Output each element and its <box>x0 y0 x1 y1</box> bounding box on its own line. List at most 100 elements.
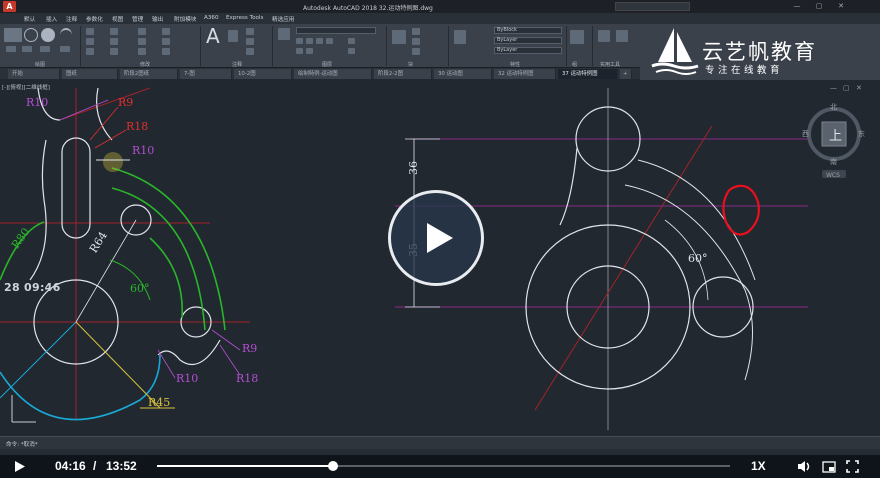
menu-item-parametric[interactable]: 参数化 <box>86 15 103 23</box>
current-time: 04:16 <box>55 459 86 473</box>
table-icon[interactable] <box>246 38 254 45</box>
line-tool-icon[interactable] <box>4 28 22 42</box>
tab-special-motion[interactable]: 绘制特例-运动图 <box>294 69 372 79</box>
compass-south[interactable]: 南 <box>830 157 837 166</box>
menu-item-addins[interactable]: 附加模块 <box>174 15 196 23</box>
ellipse-tool-icon[interactable] <box>40 46 50 52</box>
fillet-icon[interactable] <box>138 38 146 45</box>
menu-item-express-tools[interactable]: Express Tools <box>226 15 263 21</box>
layer-walk-icon[interactable] <box>306 48 313 54</box>
play-icon[interactable] <box>14 460 26 473</box>
command-line[interactable]: 命令: *取消* <box>0 436 880 449</box>
tab-7[interactable]: 7-图 <box>180 69 232 79</box>
tab-start[interactable]: 开始 <box>8 69 60 79</box>
autocad-logo-icon[interactable]: A <box>3 1 16 12</box>
offset-icon[interactable] <box>162 48 170 55</box>
menu-item-annotate[interactable]: 注释 <box>66 15 77 23</box>
circle-tool-icon[interactable] <box>41 28 55 42</box>
panel-label-modify[interactable]: 修改 <box>140 61 150 68</box>
menu-item-home[interactable]: 默认 <box>24 15 35 23</box>
panel-label-utilities[interactable]: 实用工具 <box>600 61 620 68</box>
insert-block-icon[interactable] <box>392 30 406 44</box>
hatch-tool-icon[interactable] <box>22 46 32 52</box>
measure-icon[interactable] <box>598 30 610 42</box>
polyline-tool-icon[interactable] <box>24 28 38 42</box>
viewport-restore-icon[interactable]: ▢ <box>843 84 850 92</box>
fullscreen-icon[interactable] <box>846 460 859 473</box>
tab-stage2-2[interactable]: 阶段2-2图 <box>374 69 432 79</box>
leader-icon[interactable] <box>246 28 254 35</box>
scale-icon[interactable] <box>110 48 118 55</box>
lineweight-dropdown[interactable]: ByLayer <box>494 37 562 44</box>
erase-icon[interactable] <box>162 28 170 35</box>
tab-drawing[interactable]: 图纸 <box>62 69 118 79</box>
label-r10-bottom: R10 <box>176 372 198 385</box>
match-properties-icon[interactable] <box>454 30 466 44</box>
spline-tool-icon[interactable] <box>60 46 70 52</box>
layer-freeze-icon[interactable] <box>316 38 323 44</box>
stretch-icon[interactable] <box>86 48 94 55</box>
tab-37-active[interactable]: 37 运动特例图 <box>558 69 618 79</box>
speed-button[interactable]: 1X <box>751 459 766 473</box>
layer-dropdown[interactable] <box>296 27 376 34</box>
copy-icon[interactable] <box>86 38 94 45</box>
compass-east[interactable]: 东 <box>858 129 865 138</box>
layer-unlock-icon[interactable] <box>348 48 355 54</box>
group-icon[interactable] <box>570 30 584 44</box>
panel-label-groups[interactable]: 组 <box>572 61 577 68</box>
tab-stage2[interactable]: 阶段2图纸 <box>120 69 178 79</box>
picture-in-picture-icon[interactable] <box>822 461 836 473</box>
close-icon[interactable]: ✕ <box>834 2 848 11</box>
arc-tool-icon[interactable] <box>60 28 72 42</box>
panel-label-properties[interactable]: 特性 <box>510 61 520 68</box>
trim-icon[interactable] <box>138 28 146 35</box>
mirror-icon[interactable] <box>110 38 118 45</box>
big-play-button[interactable] <box>388 190 484 286</box>
layer-off-icon[interactable] <box>326 38 333 44</box>
linetype-dropdown[interactable]: ByLayer <box>494 47 562 54</box>
move-icon[interactable] <box>86 28 94 35</box>
search-input[interactable] <box>615 2 690 11</box>
menu-item-view[interactable]: 视图 <box>112 15 123 23</box>
text-tool-icon[interactable]: A <box>206 24 220 48</box>
maximize-icon[interactable]: ▢ <box>812 2 826 11</box>
compass-west[interactable]: 西 <box>802 130 809 138</box>
new-tab-button[interactable]: + <box>620 69 632 79</box>
panel-label-annotation[interactable]: 注释 <box>232 61 242 68</box>
calculator-icon[interactable] <box>616 30 628 42</box>
rectangle-tool-icon[interactable] <box>6 46 16 52</box>
rotate-icon[interactable] <box>110 28 118 35</box>
progress-handle[interactable] <box>328 461 338 471</box>
edit-attributes-icon[interactable] <box>412 48 420 55</box>
menu-item-a360[interactable]: A360 <box>204 15 219 21</box>
array-icon[interactable] <box>138 48 146 55</box>
dimension-tool-icon[interactable] <box>228 30 238 42</box>
color-dropdown[interactable]: ByBlock <box>494 27 562 34</box>
edit-block-icon[interactable] <box>412 38 420 45</box>
panel-label-layers[interactable]: 图层 <box>322 61 332 68</box>
volume-icon[interactable] <box>797 460 812 473</box>
tab-32[interactable]: 32 运动特例图 <box>494 69 556 79</box>
layer-isolate-icon[interactable] <box>306 38 313 44</box>
layer-state-icon[interactable] <box>296 38 303 44</box>
panel-label-block[interactable]: 块 <box>408 61 413 68</box>
viewcube[interactable]: 上 北 南 东 西 WCS <box>800 102 868 182</box>
viewport-minimize-icon[interactable]: — <box>830 84 837 92</box>
compass-north[interactable]: 北 <box>830 103 837 111</box>
markup-icon[interactable] <box>246 48 254 55</box>
panel-label-draw[interactable]: 绘图 <box>35 61 45 68</box>
tab-30[interactable]: 30 运动图 <box>434 69 492 79</box>
viewport-label[interactable]: [-][俯视][二维线框] <box>2 83 50 91</box>
minimize-icon[interactable]: — <box>790 2 804 11</box>
layer-match-icon[interactable] <box>296 48 303 54</box>
menu-item-manage[interactable]: 管理 <box>132 15 143 23</box>
layer-lock-icon[interactable] <box>348 38 355 44</box>
tab-10-2[interactable]: 10-2图 <box>234 69 292 79</box>
menu-item-featured-apps[interactable]: 精选应用 <box>272 15 294 23</box>
viewport-close-icon[interactable]: ✕ <box>856 84 862 92</box>
menu-item-output[interactable]: 输出 <box>152 15 163 23</box>
explode-icon[interactable] <box>162 38 170 45</box>
menu-item-insert[interactable]: 插入 <box>46 15 57 23</box>
layer-properties-icon[interactable] <box>278 28 290 40</box>
create-block-icon[interactable] <box>412 28 420 35</box>
